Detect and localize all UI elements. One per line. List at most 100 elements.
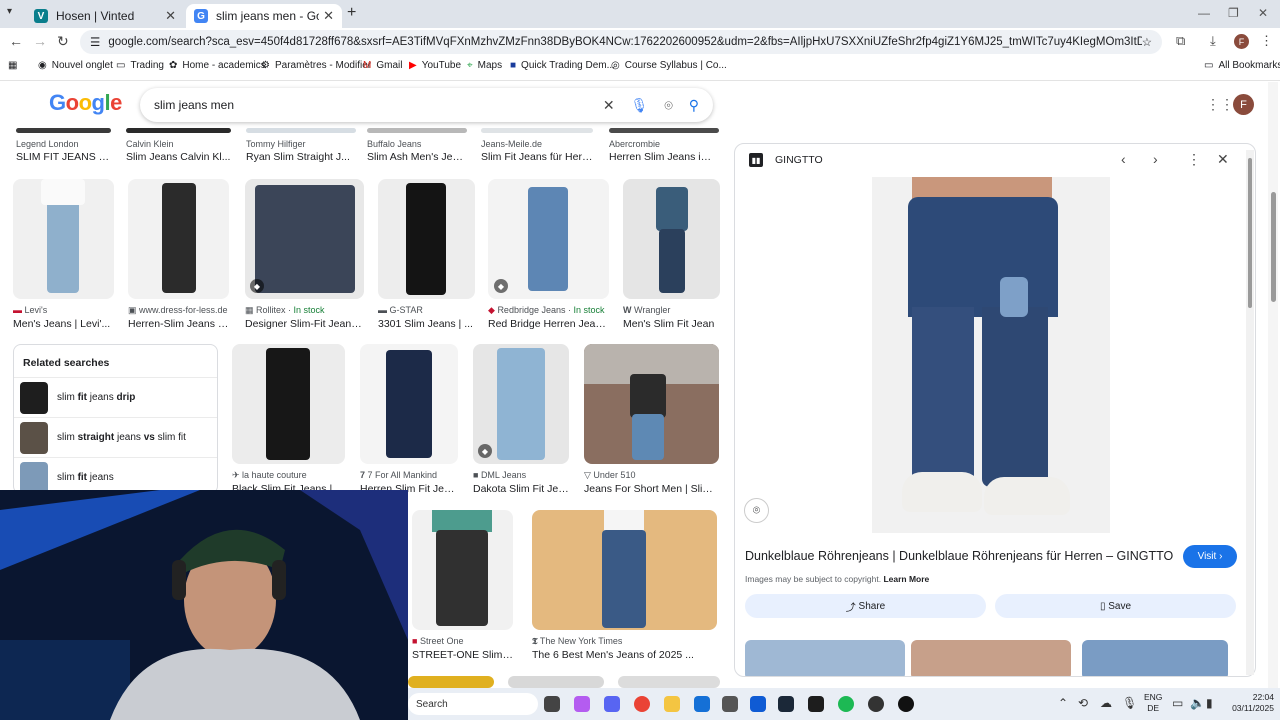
image-result[interactable]: 𝕿 The New York Times The 6 Best Men's Je… (532, 510, 717, 661)
result-source[interactable]: ▬ Levi's (13, 305, 114, 315)
close-window-icon[interactable]: ✕ (1258, 6, 1268, 20)
terminal-icon[interactable] (808, 696, 824, 712)
result-source[interactable]: ▽ Under 510 (584, 470, 719, 481)
bookmark-item[interactable]: ⌖ Maps (467, 60, 502, 71)
result-source[interactable]: Jeans-Meile.de (481, 139, 593, 149)
apps-icon[interactable]: ▦ (8, 60, 17, 71)
visit-button[interactable]: Visit › (1183, 545, 1237, 568)
image-result[interactable]: Jeans-Meile.de Slim Fit Jeans für Herr..… (481, 128, 593, 164)
network-icon[interactable]: ▭ (1172, 696, 1183, 710)
image-result[interactable]: ◆ ◆ Redbridge Jeans · In stock Red Bridg… (488, 179, 609, 330)
copilot-icon[interactable] (574, 696, 590, 712)
result-caption[interactable]: Designer Slim-Fit Jeans ... (245, 318, 364, 330)
result-caption[interactable]: Slim Ash Men's Jea... (367, 151, 467, 163)
result-caption[interactable]: SLIM FIT JEANS 2... (16, 151, 111, 163)
result-source[interactable]: Abercrombie (609, 139, 719, 149)
obs-icon[interactable] (868, 696, 884, 712)
tab-search-icon[interactable]: ▾ (7, 6, 12, 17)
result-source[interactable]: W Wrangler (623, 305, 720, 315)
result-source[interactable]: Legend London (16, 139, 111, 149)
address-bar[interactable]: ☰ google.com/search?sca_esv=450f4d81728f… (80, 30, 1162, 54)
panel-scrollbar[interactable] (1246, 150, 1254, 675)
result-caption[interactable]: Men's Jeans | Levi'... (13, 318, 114, 330)
result-source[interactable]: 7 7 For All Mankind (360, 470, 458, 480)
result-thumbnail[interactable] (367, 128, 467, 133)
result-caption[interactable]: The 6 Best Men's Jeans of 2025 ... (532, 649, 717, 661)
lens-search-icon[interactable]: ⌾ (744, 498, 769, 523)
vscode-icon[interactable] (750, 696, 766, 712)
result-source[interactable]: Tommy Hilfiger (246, 139, 356, 149)
image-result[interactable]: 7 7 For All Mankind Herren Slim Fit Jea.… (360, 344, 458, 495)
result-thumbnail[interactable] (532, 510, 717, 630)
image-result[interactable]: ✈ la haute couture Black Slim Fit Jeans … (232, 344, 345, 495)
image-result[interactable] (408, 676, 494, 688)
spotify-icon[interactable] (838, 696, 854, 712)
result-thumbnail[interactable] (126, 128, 231, 133)
profile-avatar[interactable]: F (1234, 34, 1249, 49)
preview-site-name[interactable]: GINGTTO (775, 154, 823, 166)
forward-icon[interactable]: → (33, 33, 47, 49)
media-player-icon[interactable] (898, 696, 914, 712)
related-image-thumbnail[interactable] (1082, 640, 1228, 676)
bookmark-star-icon[interactable]: ☆ (1142, 35, 1152, 49)
result-caption[interactable]: 3301 Slim Jeans | ... (378, 318, 475, 330)
tab-vinted[interactable]: V Hosen | Vinted ✕ (26, 4, 184, 28)
result-caption[interactable]: STREET-ONE Slim ... (412, 649, 513, 661)
microphone-icon[interactable]: 🎙 (1122, 696, 1137, 710)
preview-title[interactable]: Dunkelblaue Röhrenjeans | Dunkelblaue Rö… (745, 549, 1173, 563)
minimize-icon[interactable]: — (1198, 6, 1210, 20)
bookmark-item[interactable]: ◎ Course Syllabus | Co... (611, 60, 727, 71)
result-caption[interactable]: Red Bridge Herren Jean... (488, 318, 609, 330)
next-icon[interactable]: › (1153, 151, 1158, 167)
result-thumbnail[interactable]: ◆ (245, 179, 364, 299)
bookmark-item[interactable]: M Gmail (363, 60, 402, 71)
task-view-icon[interactable] (544, 696, 560, 712)
result-source[interactable]: ■ Street One (412, 636, 513, 646)
reload-icon[interactable]: ↻ (57, 33, 69, 50)
related-search-item[interactable]: slim fit jeans drip (14, 377, 217, 417)
image-result[interactable]: W Wrangler Men's Slim Fit Jean (623, 179, 720, 330)
discord-icon[interactable] (604, 696, 620, 712)
clear-icon[interactable]: ✕ (603, 97, 615, 114)
volume-icon[interactable]: 🔈 (1190, 696, 1205, 710)
site-info-icon[interactable]: ☰ (90, 35, 100, 49)
image-result[interactable]: Calvin Klein Slim Jeans Calvin Kl... (126, 128, 231, 164)
image-result[interactable]: Buffalo Jeans Slim Ash Men's Jea... (367, 128, 467, 164)
result-source[interactable]: ▬ G-STAR (378, 305, 475, 315)
preview-image[interactable] (872, 177, 1110, 533)
battery-icon[interactable]: ▮ (1206, 696, 1213, 710)
image-result[interactable]: Tommy Hilfiger Ryan Slim Straight J... (246, 128, 356, 164)
file-explorer-icon[interactable] (664, 696, 680, 712)
image-result[interactable]: ■ Street One STREET-ONE Slim ... (412, 510, 513, 661)
maximize-icon[interactable]: ❐ (1228, 6, 1239, 20)
result-source[interactable]: ▦ Rollitex · In stock (245, 305, 364, 316)
more-options-icon[interactable]: ⋮ (1187, 151, 1201, 168)
store-icon[interactable] (694, 696, 710, 712)
sync-icon[interactable]: ⟲ (1078, 696, 1088, 710)
result-caption[interactable]: Jeans For Short Men | Slim ... (584, 483, 719, 495)
result-caption[interactable]: Ryan Slim Straight J... (246, 151, 356, 163)
all-bookmarks[interactable]: ▭ All Bookmarks (1204, 60, 1280, 71)
result-source[interactable]: ▣ www.dress-for-less.de (128, 305, 229, 316)
result-source[interactable]: Calvin Klein (126, 139, 231, 149)
related-image-thumbnail[interactable] (911, 640, 1071, 676)
bookmark-item[interactable]: ◉ Nouvel onglet (38, 60, 113, 71)
result-thumbnail[interactable] (16, 128, 111, 133)
taskbar-search[interactable]: Search (408, 693, 538, 715)
image-result[interactable]: ◆ ■ DML Jeans Dakota Slim Fit Jea... (473, 344, 569, 495)
result-thumbnail[interactable] (378, 179, 475, 299)
result-thumbnail[interactable] (623, 179, 720, 299)
result-thumbnail[interactable]: ◆ (488, 179, 609, 299)
page-scrollbar[interactable] (1268, 82, 1278, 688)
result-source[interactable]: ■ DML Jeans (473, 470, 569, 480)
result-caption[interactable]: Herren-Slim Jeans | ... (128, 318, 229, 330)
image-result[interactable]: Legend London SLIM FIT JEANS 2... (16, 128, 111, 164)
tray-overflow-icon[interactable]: ⌃ (1058, 696, 1068, 710)
close-icon[interactable]: ✕ (1217, 151, 1229, 168)
result-caption[interactable]: Slim Jeans Calvin Kl... (126, 151, 231, 163)
result-source[interactable]: 𝕿 The New York Times (532, 636, 717, 647)
system-clock[interactable]: 22:04 03/11/2025 (1220, 692, 1274, 714)
result-thumbnail[interactable] (13, 179, 114, 299)
microphone-icon[interactable]: 🎙 (631, 97, 649, 114)
result-source[interactable]: ◆ Redbridge Jeans · In stock (488, 305, 609, 316)
